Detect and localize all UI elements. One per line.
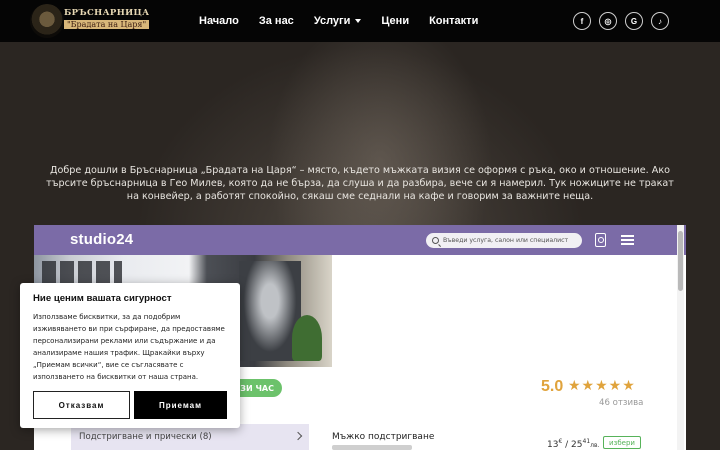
nav-contacts[interactable]: Контакти [429, 15, 478, 27]
cookie-title: Ние ценим вашата сигурност [33, 293, 172, 304]
nav-services[interactable]: Услуги [314, 15, 362, 27]
facebook-icon[interactable]: f [573, 12, 591, 30]
widget-header: studio24 [34, 225, 686, 255]
hamburger-menu-icon[interactable] [621, 235, 634, 245]
chevron-right-icon [293, 431, 303, 441]
reject-cookies-button[interactable]: Отказвам [33, 391, 130, 419]
category-label: Подстригване и прически (8) [79, 432, 212, 442]
cookie-buttons: Отказвам Приемам [33, 391, 227, 419]
reviews-count[interactable]: 46 отзива [599, 398, 643, 408]
accept-cookies-button[interactable]: Приемам [134, 391, 227, 419]
choose-service-button[interactable]: избери [603, 436, 641, 449]
top-navigation-bar: БРЪСНАРНИЦА "Брадата на Царя" Начало За … [0, 0, 720, 42]
chevron-down-icon [355, 19, 362, 23]
wallet-icon[interactable] [595, 233, 606, 247]
search-icon [432, 237, 439, 244]
main-nav: Начало За нас Услуги Цени Контакти [199, 0, 478, 42]
service-price: 13€ / 2541лв. [547, 438, 600, 450]
nav-prices[interactable]: Цени [381, 15, 409, 27]
cookie-consent-dialog: Ние ценим вашата сигурност Използваме би… [20, 283, 240, 428]
logo-emblem-icon [30, 4, 64, 38]
nav-about[interactable]: За нас [259, 15, 294, 27]
search-input[interactable] [443, 237, 582, 244]
widget-brand[interactable]: studio24 [70, 231, 133, 248]
logo-subtitle: "Брадата на Царя" [64, 20, 150, 29]
widget-search[interactable] [426, 233, 582, 248]
instagram-icon[interactable]: ◎ [599, 12, 617, 30]
plant [292, 315, 322, 361]
welcome-text: Добре дошли в Бръснарница „Брадата на Ца… [46, 165, 674, 202]
logo-title: БРЪСНАРНИЦА [64, 8, 150, 18]
google-icon[interactable]: G [625, 12, 643, 30]
tiktok-icon[interactable]: ♪ [651, 12, 669, 30]
nav-home[interactable]: Начало [199, 15, 239, 27]
widget-scrollbar-thumb[interactable] [678, 231, 683, 291]
rating-value: 5.0 [541, 378, 564, 395]
site-logo[interactable]: БРЪСНАРНИЦА "Брадата на Царя" [30, 4, 150, 38]
service-name[interactable]: Мъжко подстригване [332, 432, 434, 442]
cookie-body: Използваме бисквитки, за да подобрим изж… [33, 313, 225, 381]
service-subtitle [332, 445, 412, 450]
social-links: f ◎ G ♪ [573, 12, 669, 30]
rating-stars-icon: ★★★★★ [568, 378, 636, 394]
